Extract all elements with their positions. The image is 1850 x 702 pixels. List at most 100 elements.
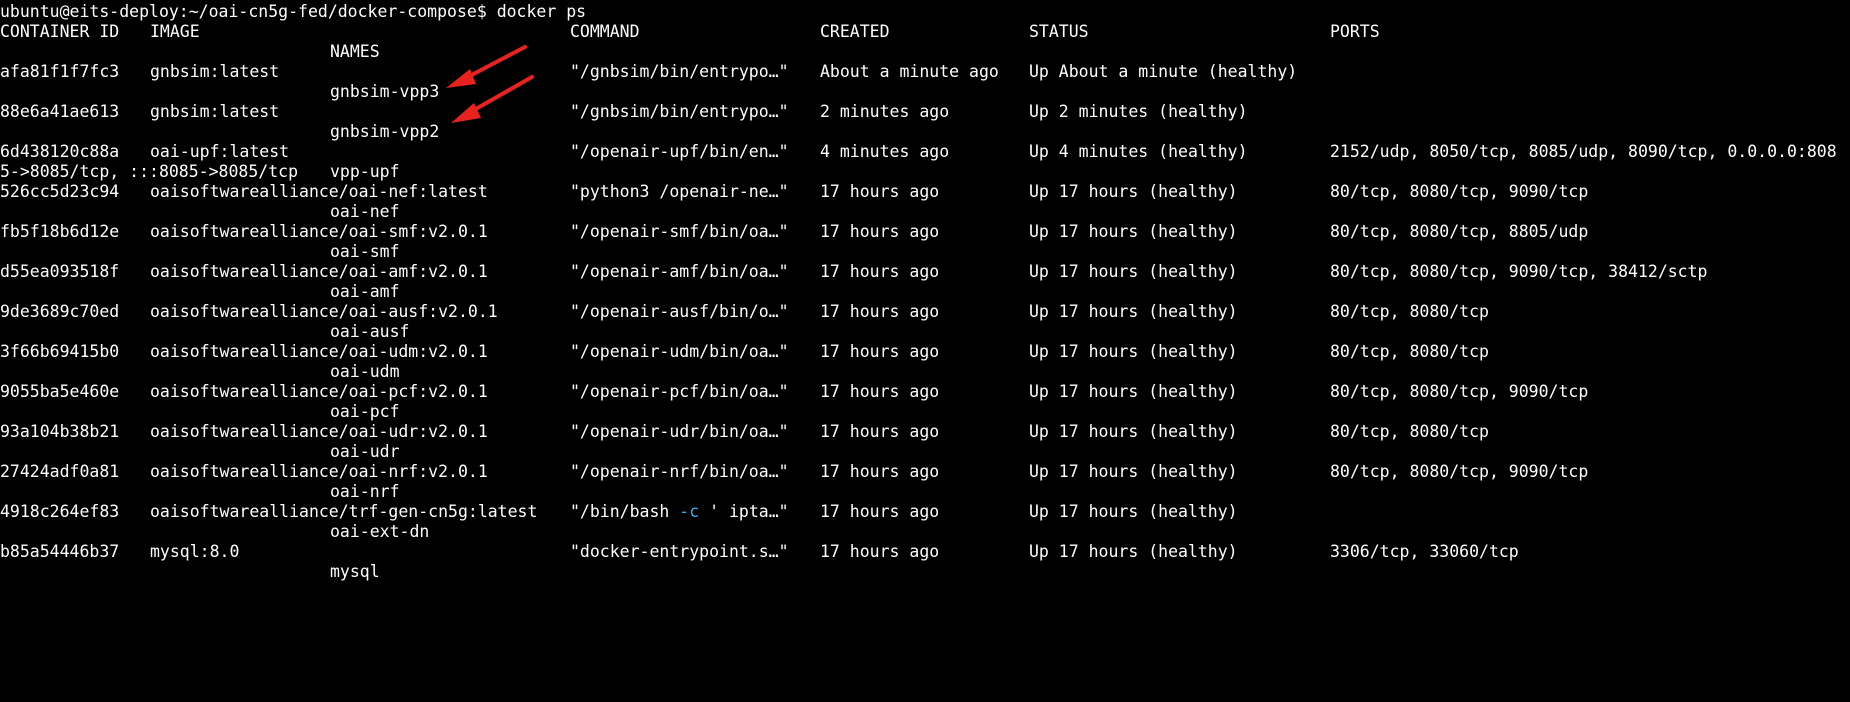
- container-command: "/openair-pcf/bin/oa…": [570, 382, 789, 401]
- table-row-names: oai-nef: [0, 202, 400, 222]
- container-created: 17 hours ago: [820, 462, 940, 481]
- container-status: Up 17 hours (healthy): [1029, 222, 1238, 241]
- container-ports: 80/tcp, 8080/tcp, 9090/tcp, 38412/sctp: [1330, 262, 1708, 281]
- container-status: Up About a minute (healthy): [1029, 62, 1298, 81]
- container-status: Up 17 hours (healthy): [1029, 502, 1238, 521]
- container-status: Up 2 minutes (healthy): [1029, 102, 1248, 121]
- annotation-arrow-1: [446, 45, 527, 88]
- table-header-names: NAMES: [0, 42, 380, 62]
- table-row: 88e6a41ae613 gnbsim:latest "/gnbsim/bin/…: [0, 102, 1248, 122]
- container-name: oai-nrf: [330, 482, 400, 501]
- container-image: oaisoftwarealliance/trf-gen-cn5g:latest: [150, 502, 538, 521]
- container-command: "/openair-upf/bin/en…": [570, 142, 789, 161]
- container-ports: 80/tcp, 8080/tcp, 8805/udp: [1330, 222, 1589, 241]
- container-command: "/openair-udr/bin/oa…": [570, 422, 789, 441]
- table-row-names: oai-ausf: [0, 322, 409, 342]
- container-ports: 2152/udp, 8050/tcp, 8085/udp, 8090/tcp, …: [1330, 142, 1837, 161]
- table-row: 27424adf0a81 oaisoftwarealliance/oai-nrf…: [0, 462, 1588, 482]
- container-image: oaisoftwarealliance/oai-smf:v2.0.1: [150, 222, 488, 241]
- header-image: IMAGE: [150, 22, 200, 41]
- annotation-arrow-2: [451, 75, 534, 123]
- container-created: 17 hours ago: [820, 382, 940, 401]
- container-command: "/openair-ausf/bin/o…": [570, 302, 789, 321]
- table-row-names: 5->8085/tcp, :::8085->8085/tcp vpp-upf: [0, 162, 400, 182]
- container-command: "python3 /openair-ne…": [570, 182, 789, 201]
- header-command: COMMAND: [570, 22, 640, 41]
- container-status: Up 17 hours (healthy): [1029, 342, 1238, 361]
- container-name: oai-pcf: [330, 402, 400, 421]
- container-image: mysql:8.0: [150, 542, 240, 561]
- container-created: 17 hours ago: [820, 502, 940, 521]
- container-image: oaisoftwarealliance/oai-udm:v2.0.1: [150, 342, 488, 361]
- container-ports-wrapped: 5->8085/tcp, :::8085->8085/tcp: [0, 162, 299, 181]
- container-id: afa81f1f7fc3: [0, 62, 120, 81]
- header-ports: PORTS: [1330, 22, 1380, 41]
- container-status: Up 17 hours (healthy): [1029, 462, 1238, 481]
- container-ports: 80/tcp, 8080/tcp: [1330, 342, 1489, 361]
- container-id: 88e6a41ae613: [0, 102, 120, 121]
- container-name: gnbsim-vpp2: [330, 122, 440, 141]
- table-row-names: oai-nrf: [0, 482, 400, 502]
- table-row: fb5f18b6d12e oaisoftwarealliance/oai-smf…: [0, 222, 1588, 242]
- table-row-names: oai-udr: [0, 442, 400, 462]
- container-name: oai-udr: [330, 442, 400, 461]
- container-image: gnbsim:latest: [150, 62, 280, 81]
- container-name: oai-ausf: [330, 322, 410, 341]
- terminal-window[interactable]: ubuntu@eits-deploy:~/oai-cn5g-fed/docker…: [0, 0, 1850, 584]
- container-id: 526cc5d23c94: [0, 182, 120, 201]
- container-id: 93a104b38b21: [0, 422, 120, 441]
- table-row: 526cc5d23c94 oaisoftwarealliance/oai-nef…: [0, 182, 1588, 202]
- container-command: "docker-entrypoint.s…": [570, 542, 789, 561]
- container-id: 27424adf0a81: [0, 462, 120, 481]
- container-name: gnbsim-vpp3: [330, 82, 440, 101]
- header-container-id: CONTAINER ID: [0, 22, 120, 41]
- container-image: oaisoftwarealliance/oai-ausf:v2.0.1: [150, 302, 498, 321]
- annotation-arrows: [446, 45, 534, 123]
- container-ports: 80/tcp, 8080/tcp: [1330, 302, 1489, 321]
- container-name: vpp-upf: [330, 162, 400, 181]
- table-row: 6d438120c88a oai-upf:latest "/openair-up…: [0, 142, 1837, 162]
- table-row-names: gnbsim-vpp2: [0, 122, 439, 142]
- container-name: oai-amf: [330, 282, 400, 301]
- container-image: oaisoftwarealliance/oai-udr:v2.0.1: [150, 422, 488, 441]
- container-created: 17 hours ago: [820, 542, 940, 561]
- container-created: 2 minutes ago: [820, 102, 950, 121]
- container-id: b85a54446b37: [0, 542, 120, 561]
- container-created: About a minute ago: [820, 62, 999, 81]
- container-created: 17 hours ago: [820, 182, 940, 201]
- container-status: Up 17 hours (healthy): [1029, 262, 1238, 281]
- command-text: ' ipta…": [699, 502, 789, 521]
- container-command: "/openair-udm/bin/oa…": [570, 342, 789, 361]
- container-image: oaisoftwarealliance/oai-nrf:v2.0.1: [150, 462, 488, 481]
- container-created: 17 hours ago: [820, 302, 940, 321]
- container-name: mysql: [330, 562, 380, 581]
- table-row-names: oai-amf: [0, 282, 400, 302]
- container-status: Up 17 hours (healthy): [1029, 382, 1238, 401]
- container-id: 9de3689c70ed: [0, 302, 120, 321]
- container-status: Up 17 hours (healthy): [1029, 422, 1238, 441]
- container-ports: 80/tcp, 8080/tcp, 9090/tcp: [1330, 182, 1589, 201]
- command-flag: -c: [679, 502, 700, 521]
- command-text: "/bin/bash: [570, 502, 680, 521]
- container-command: "/gnbsim/bin/entrypo…": [570, 62, 789, 81]
- table-row-names: gnbsim-vpp3: [0, 82, 439, 102]
- container-image: oaisoftwarealliance/oai-nef:latest: [150, 182, 488, 201]
- table-row-names: mysql: [0, 562, 380, 582]
- container-command: "/bin/bash -c ' ipta…": [570, 502, 789, 522]
- table-row: 4918c264ef83 oaisoftwarealliance/trf-gen…: [0, 502, 1238, 522]
- table-row-names: oai-pcf: [0, 402, 400, 422]
- container-status: Up 17 hours (healthy): [1029, 542, 1238, 561]
- container-id: 6d438120c88a: [0, 142, 120, 161]
- table-row: 9055ba5e460e oaisoftwarealliance/oai-pcf…: [0, 382, 1588, 402]
- table-row-names: oai-ext-dn: [0, 522, 429, 542]
- table-row: 3f66b69415b0 oaisoftwarealliance/oai-udm…: [0, 342, 1489, 362]
- container-created: 17 hours ago: [820, 222, 940, 241]
- container-command: "/openair-amf/bin/oa…": [570, 262, 789, 281]
- container-image: oaisoftwarealliance/oai-pcf:v2.0.1: [150, 382, 488, 401]
- container-id: fb5f18b6d12e: [0, 222, 120, 241]
- container-created: 17 hours ago: [820, 262, 940, 281]
- container-id: 3f66b69415b0: [0, 342, 120, 361]
- container-command: "/gnbsim/bin/entrypo…": [570, 102, 789, 121]
- shell-prompt-line: ubuntu@eits-deploy:~/oai-cn5g-fed/docker…: [0, 2, 586, 22]
- container-id: 4918c264ef83: [0, 502, 120, 521]
